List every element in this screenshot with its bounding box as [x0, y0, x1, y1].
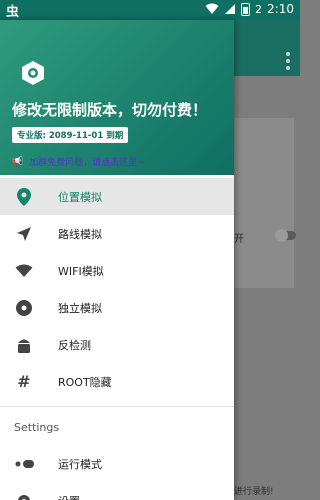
menu-item-run-mode[interactable]: 运行模式 — [0, 445, 234, 482]
disc-icon — [14, 298, 34, 318]
menu-item-label: 位置模拟 — [58, 190, 102, 204]
navigation-arrow-icon — [14, 224, 34, 244]
background-toolbar — [234, 20, 300, 76]
android-icon — [14, 335, 34, 355]
notice-link[interactable]: 📢 加群免费问题，请点击这里~ — [12, 155, 145, 169]
menu-item-label: 反检测 — [58, 338, 91, 352]
status-icons: 2 2:10 — [205, 2, 294, 16]
drawer-menu: 位置模拟 路线模拟 WIFI模拟 独立模拟 反检测 # ROOT隐藏 Setti… — [0, 178, 234, 500]
settings-section-title: Settings — [14, 421, 60, 434]
wifi-icon — [14, 261, 34, 281]
navigation-drawer: 修改无限制版本，切勿付费！ 专业版: 2089-11-01 到期 📢 加群免费问… — [0, 20, 234, 500]
menu-item-label: 运行模式 — [58, 457, 102, 471]
notice-text: 加群免费问题，请点击这里~ — [29, 158, 145, 168]
drawer-header: 修改无限制版本，切勿付费！ 专业版: 2089-11-01 到期 📢 加群免费问… — [0, 20, 234, 175]
app-logo-icon — [22, 61, 44, 85]
signal-icon — [225, 4, 236, 14]
menu-item-label: 独立模拟 — [58, 301, 102, 315]
menu-item-route[interactable]: 路线模拟 — [0, 215, 234, 252]
status-bar: 虫 2 2:10 — [0, 0, 300, 20]
menu-item-label: 设置 — [58, 493, 80, 500]
menu-item-standalone[interactable]: 独立模拟 — [0, 289, 234, 326]
overflow-menu-icon[interactable] — [286, 52, 290, 73]
app-notification-icon: 虫 — [6, 5, 20, 20]
clock: 2:10 — [267, 2, 294, 16]
menu-item-root-hide[interactable]: # ROOT隐藏 — [0, 363, 234, 400]
toggle-icon — [14, 454, 34, 474]
megaphone-icon: 📢 — [12, 156, 24, 167]
location-pin-icon — [14, 187, 34, 207]
menu-item-wifi[interactable]: WIFI模拟 — [0, 252, 234, 289]
header-title: 修改无限制版本，切勿付费！ — [12, 101, 208, 119]
menu-item-label: 路线模拟 — [58, 227, 102, 241]
background-bottom-text: 进行录制! — [234, 487, 274, 497]
menu-item-anti-detect[interactable]: 反检测 — [0, 326, 234, 363]
background-switch[interactable] — [275, 229, 296, 242]
battery-icon — [241, 2, 251, 16]
gear-icon — [14, 491, 34, 500]
battery-level: 2 — [255, 2, 263, 16]
version-badge: 专业版: 2089-11-01 到期 — [12, 127, 129, 143]
menu-item-settings[interactable]: 设置 — [0, 482, 234, 500]
wifi-icon — [205, 3, 219, 14]
background-switch-label: 开 — [234, 234, 244, 245]
hash-icon: # — [17, 372, 31, 391]
menu-item-label: WIFI模拟 — [58, 264, 104, 278]
background-card — [234, 118, 294, 288]
menu-item-label: ROOT隐藏 — [58, 375, 112, 389]
menu-item-location[interactable]: 位置模拟 — [0, 178, 234, 215]
